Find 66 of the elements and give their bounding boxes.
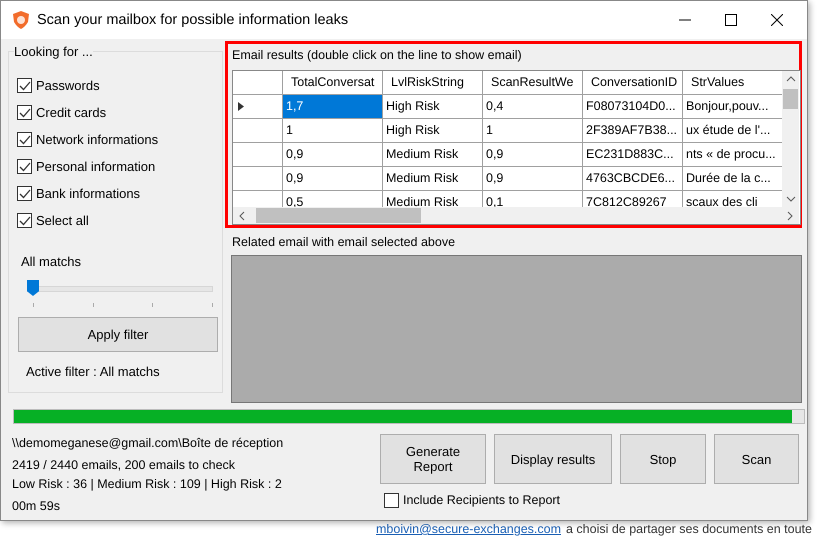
horizontal-scrollbar[interactable] xyxy=(233,207,799,224)
background-text: a choisi de partager ses documents en toute xyxy=(566,522,812,536)
option-checkbox[interactable]: Credit cards xyxy=(17,99,222,126)
table-cell: 0,4 xyxy=(483,95,583,118)
table-cell: 0,9 xyxy=(283,167,383,190)
filter-label: All matchs xyxy=(20,254,82,271)
mailbox-path: \\demomeganese@gmail.com\Boîte de réception xyxy=(12,436,284,452)
column-header[interactable]: TotalConversat xyxy=(283,71,383,94)
table-cell: 4763CBCDE6... xyxy=(583,167,683,190)
option-checkbox[interactable]: Network informations xyxy=(17,126,222,153)
active-filter-text: Active filter : All matchs xyxy=(25,364,161,379)
option-checkbox[interactable]: Passwords xyxy=(17,72,222,99)
scroll-up-icon[interactable] xyxy=(786,75,796,83)
table-cell: 0,9 xyxy=(483,167,583,190)
checkmark-icon xyxy=(18,134,30,144)
close-icon[interactable] xyxy=(771,14,783,26)
email-count: 2419 / 2440 emails, 200 emails to check xyxy=(12,458,236,474)
scroll-right-icon[interactable] xyxy=(786,210,794,220)
action-button[interactable]: Scan xyxy=(714,434,799,484)
table-cell: High Risk xyxy=(383,119,483,142)
risk-summary: Low Risk : 36 | Medium Risk : 109 | High Risk : 2 xyxy=(12,477,283,493)
related-title: Related email with email selected above xyxy=(231,235,456,251)
table-cell: 1,7 xyxy=(283,95,383,118)
column-header[interactable]: ScanResultWe xyxy=(483,71,583,94)
result-row[interactable]: 0,9 Medium Risk 0,9 EC231D883C... nts « de procu... xyxy=(233,143,782,167)
checkmark-icon xyxy=(18,108,30,118)
current-row-icon xyxy=(238,102,244,111)
include-recipients-checkbox[interactable]: Include Recipients to Report xyxy=(384,489,807,511)
column-header[interactable]: LvlRiskString xyxy=(383,71,483,94)
maximize-icon[interactable] xyxy=(725,14,737,26)
table-cell: 2F389AF7B38... xyxy=(583,119,683,142)
action-button[interactable]: Display results xyxy=(494,434,612,484)
option-checkbox[interactable]: Bank informations xyxy=(17,180,222,207)
vertical-scrollbar[interactable] xyxy=(782,71,799,207)
table-cell: Medium Risk xyxy=(383,143,483,166)
checkmark-icon xyxy=(18,188,30,198)
result-row[interactable]: 1 High Risk 1 2F389AF7B38... ux étude de l'... xyxy=(233,119,782,143)
apply-filter-button[interactable]: Apply filter xyxy=(18,317,218,352)
table-cell: 0,9 xyxy=(283,143,383,166)
checkmark-icon xyxy=(18,216,30,226)
checkmark-icon xyxy=(18,162,30,172)
column-header[interactable]: ConversationID xyxy=(583,71,683,94)
table-cell: 0,9 xyxy=(483,143,583,166)
table-cell: EC231D883C... xyxy=(583,143,683,166)
option-checkbox[interactable]: Personal information xyxy=(17,153,222,180)
checkmark-icon xyxy=(18,80,30,90)
scrollbar-thumb[interactable] xyxy=(783,89,798,109)
elapsed-time: 00m 59s xyxy=(12,499,61,513)
window-title: Scan your mailbox for possible information leaks xyxy=(37,12,348,28)
table-cell: F08073104D0... xyxy=(583,95,683,118)
table-cell: Medium Risk xyxy=(383,167,483,190)
scrollbar-thumb[interactable] xyxy=(256,208,421,223)
table-cell: 1 xyxy=(283,119,383,142)
scroll-down-icon[interactable] xyxy=(786,195,796,203)
email-link[interactable]: mboivin@secure-exchanges.com xyxy=(376,522,561,536)
result-row[interactable]: 1,7 High Risk 0,4 F08073104D0... Bonjour,pouv... xyxy=(233,95,782,119)
action-button[interactable]: Stop xyxy=(620,434,706,484)
table-cell: High Risk xyxy=(383,95,483,118)
group-title: Looking for ... xyxy=(14,44,93,59)
result-row[interactable]: 0,9 Medium Risk 0,9 4763CBCDE6... Durée de la c... xyxy=(233,167,782,191)
table-cell: 1 xyxy=(483,119,583,142)
scroll-left-icon[interactable] xyxy=(238,210,246,220)
action-button[interactable]: Generate Report xyxy=(380,434,486,484)
results-title: Email results (double click on the line to show email) xyxy=(232,47,523,64)
option-checkbox[interactable]: Select all xyxy=(17,207,222,234)
shield-logo-icon xyxy=(11,10,31,30)
